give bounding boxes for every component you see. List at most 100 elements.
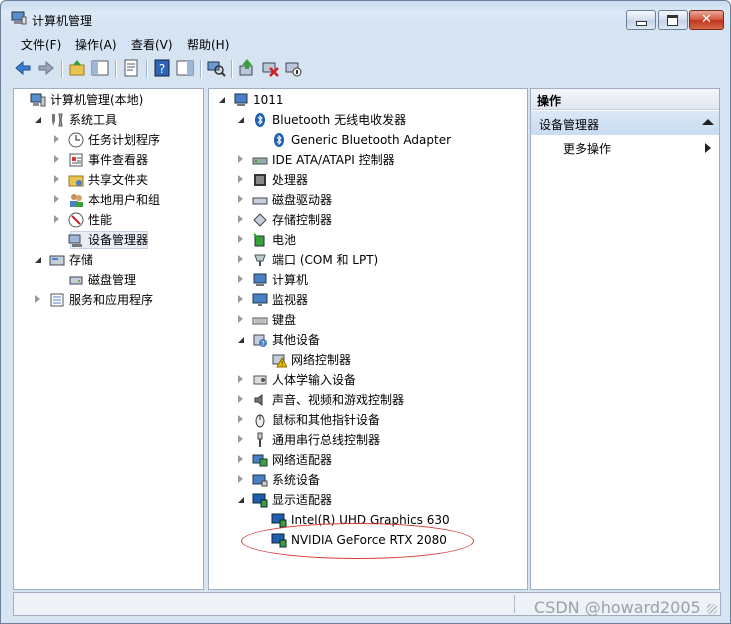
nav-tree-item[interactable]: 服务和应用程序 xyxy=(14,291,199,309)
collapsed-arrow-icon[interactable] xyxy=(238,155,243,163)
network-adapter-icon xyxy=(252,454,268,467)
device-tree-item[interactable]: ! 网络控制器 xyxy=(209,351,523,369)
expanded-arrow-icon[interactable] xyxy=(238,337,244,343)
device-tree-item[interactable]: Bluetooth 无线电收发器 xyxy=(209,111,523,129)
svg-text:?: ? xyxy=(159,62,165,76)
collapsed-arrow-icon[interactable] xyxy=(35,295,40,303)
nav-tree-label: 任务计划程序 xyxy=(88,133,161,147)
device-tree-item[interactable]: 人体学输入设备 xyxy=(209,371,523,389)
expanded-arrow-icon[interactable] xyxy=(238,497,244,503)
expanded-arrow-icon[interactable] xyxy=(35,257,41,263)
expanded-arrow-icon[interactable] xyxy=(35,117,41,123)
expanded-arrow-icon[interactable] xyxy=(219,97,225,103)
computer-icon xyxy=(253,273,267,286)
menu-action[interactable]: 操作(A) xyxy=(75,36,117,53)
device-tree-label: 人体学输入设备 xyxy=(272,373,357,387)
device-tree-item[interactable]: 系统设备 xyxy=(209,471,523,489)
properties-icon[interactable] xyxy=(121,58,141,78)
close-icon: ✕ xyxy=(701,12,712,27)
collapsed-arrow-icon[interactable] xyxy=(238,275,243,283)
device-tree-item[interactable]: 存储控制器 xyxy=(209,211,523,229)
nav-tree-label: 本地用户和组 xyxy=(88,193,161,207)
device-tree-item[interactable]: 端口 (COM 和 LPT) xyxy=(209,251,523,269)
device-tree-item[interactable]: 1011 xyxy=(209,91,523,109)
nav-tree-item[interactable]: 性能 xyxy=(14,211,199,229)
uninstall-device-icon[interactable] xyxy=(260,58,280,78)
device-tree-item[interactable]: ? 其他设备 xyxy=(209,331,523,349)
nav-tree-item[interactable]: 本地用户和组 xyxy=(14,191,199,209)
collapsed-arrow-icon[interactable] xyxy=(54,135,59,143)
collapsed-arrow-icon[interactable] xyxy=(238,315,243,323)
collapsed-arrow-icon[interactable] xyxy=(238,175,243,183)
users-icon xyxy=(70,194,83,207)
update-driver-icon[interactable] xyxy=(237,58,257,78)
actions-section-device-manager[interactable]: 设备管理器 xyxy=(531,111,719,135)
device-tree-label: 存储控制器 xyxy=(272,213,333,227)
expanded-arrow-icon[interactable] xyxy=(238,117,244,123)
menu-view[interactable]: 查看(V) xyxy=(131,36,173,53)
help-icon[interactable]: ? xyxy=(152,58,172,78)
device-tree-item[interactable]: 显示适配器 xyxy=(209,491,523,509)
resize-grip[interactable] xyxy=(707,604,717,614)
device-tree-label: 处理器 xyxy=(272,173,309,187)
device-tree-item[interactable]: 网络适配器 xyxy=(209,451,523,469)
title-bar[interactable]: 计算机管理 ✕ xyxy=(1,1,730,31)
collapsed-arrow-icon[interactable] xyxy=(238,195,243,203)
menu-file[interactable]: 文件(F) xyxy=(21,36,61,53)
device-tree-label: 显示适配器 xyxy=(272,493,333,507)
device-tree-item[interactable]: 计算机 xyxy=(209,271,523,289)
forward-icon[interactable] xyxy=(36,58,56,78)
view-pane-icon[interactable] xyxy=(175,58,195,78)
collapsed-arrow-icon[interactable] xyxy=(238,395,243,403)
device-tree-item[interactable]: 通用串行总线控制器 xyxy=(209,431,523,449)
nav-tree-item[interactable]: 系统工具 xyxy=(14,111,199,129)
device-tree-item[interactable]: Generic Bluetooth Adapter xyxy=(209,131,523,149)
device-tree-item[interactable]: 鼠标和其他指针设备 xyxy=(209,411,523,429)
scan-hardware-icon[interactable] xyxy=(206,58,226,78)
collapsed-arrow-icon[interactable] xyxy=(238,255,243,263)
collapsed-arrow-icon[interactable] xyxy=(238,375,243,383)
minimize-button[interactable] xyxy=(626,10,656,30)
system-device-icon xyxy=(252,474,268,487)
collapsed-arrow-icon[interactable] xyxy=(238,435,243,443)
disable-device-icon[interactable] xyxy=(283,58,303,78)
device-tree-label: 1011 xyxy=(253,93,284,107)
device-tree-item[interactable]: 声音、视频和游戏控制器 xyxy=(209,391,523,409)
close-button[interactable]: ✕ xyxy=(689,10,724,30)
device-tree-item[interactable]: IDE ATA/ATAPI 控制器 xyxy=(209,151,523,169)
collapsed-arrow-icon[interactable] xyxy=(54,195,59,203)
collapsed-arrow-icon[interactable] xyxy=(238,455,243,463)
collapsed-arrow-icon[interactable] xyxy=(238,475,243,483)
device-tree-item[interactable]: 监视器 xyxy=(209,291,523,309)
collapsed-arrow-icon[interactable] xyxy=(238,235,243,243)
nav-tree-item[interactable]: 设备管理器 xyxy=(14,231,199,249)
maximize-button[interactable] xyxy=(658,10,688,30)
nav-tree-item[interactable]: 任务计划程序 xyxy=(14,131,199,149)
toolbar: ? xyxy=(7,56,724,82)
nav-tree-item[interactable]: 共享文件夹 xyxy=(14,171,199,189)
nav-tree-item[interactable]: 事件查看器 xyxy=(14,151,199,169)
collapsed-arrow-icon[interactable] xyxy=(238,295,243,303)
nav-tree-item[interactable]: 磁盘管理 xyxy=(14,271,199,289)
back-icon[interactable] xyxy=(13,58,33,78)
device-tree-item[interactable]: 电池 xyxy=(209,231,523,249)
collapse-arrow-icon[interactable] xyxy=(702,119,714,125)
device-tree-pane[interactable]: 1011 Bluetooth 无线电收发器 Generic Bluetooth Ad… xyxy=(208,88,528,590)
collapsed-arrow-icon[interactable] xyxy=(54,175,59,183)
show-hide-tree-icon[interactable] xyxy=(90,58,110,78)
nav-tree-item[interactable]: 计算机管理(本地) xyxy=(14,91,199,109)
collapsed-arrow-icon[interactable] xyxy=(54,215,59,223)
navigation-tree-pane[interactable]: 计算机管理(本地) 系统工具任务计划程序事件查看器共享文件夹本地用户和组性能设备管… xyxy=(13,88,204,590)
up-folder-icon[interactable] xyxy=(67,58,87,78)
device-tree-item[interactable]: 磁盘驱动器 xyxy=(209,191,523,209)
menu-help[interactable]: 帮助(H) xyxy=(187,36,229,53)
collapsed-arrow-icon[interactable] xyxy=(54,155,59,163)
collapsed-arrow-icon[interactable] xyxy=(238,415,243,423)
device-tree-item[interactable]: 处理器 xyxy=(209,171,523,189)
device-tree-item[interactable]: 键盘 xyxy=(209,311,523,329)
nav-tree-item[interactable]: 存储 xyxy=(14,251,199,269)
actions-header-label: 操作 xyxy=(537,94,562,108)
collapsed-arrow-icon[interactable] xyxy=(238,215,243,223)
more-actions-link[interactable]: 更多操作 xyxy=(563,140,611,157)
nav-tree-label: 磁盘管理 xyxy=(88,273,137,287)
